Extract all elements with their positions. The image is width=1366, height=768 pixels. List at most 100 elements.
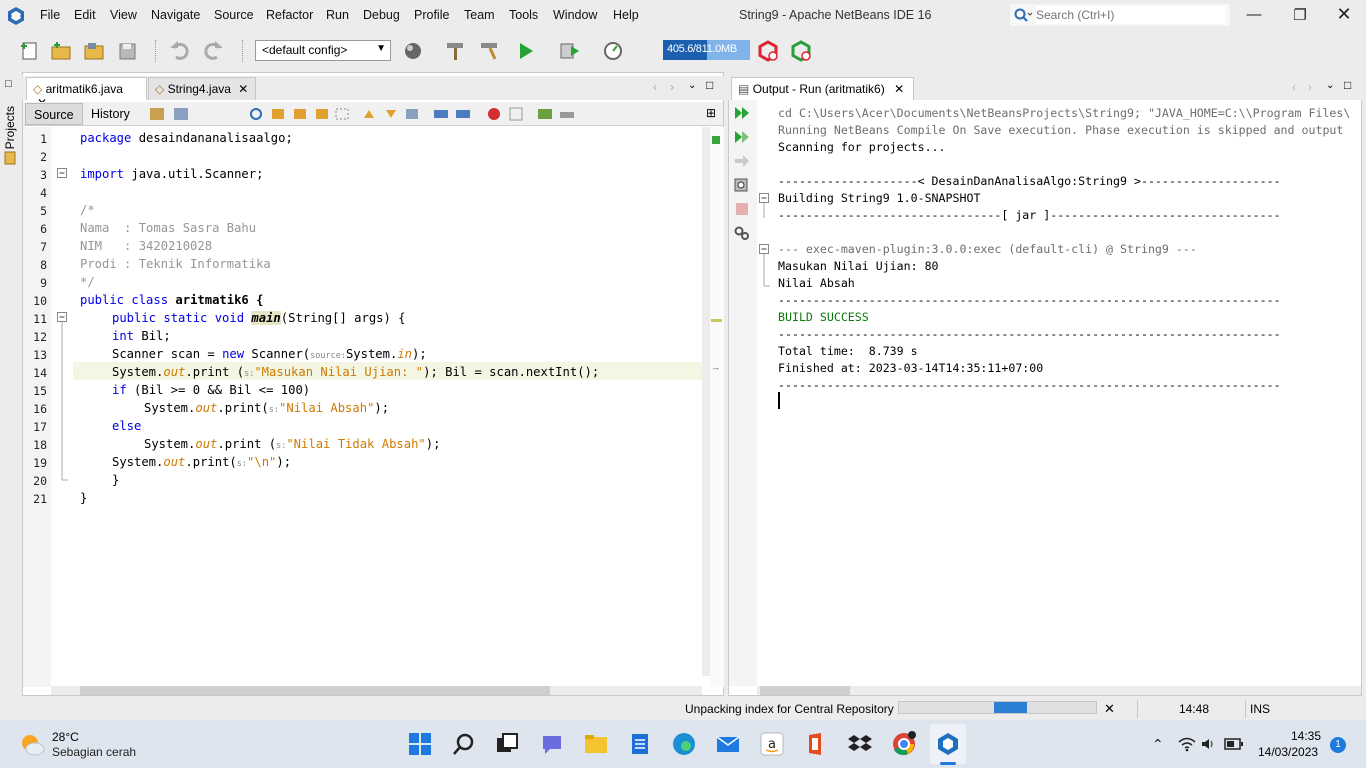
- line-number: 1: [40, 132, 47, 146]
- menu-debug[interactable]: Debug: [363, 8, 400, 22]
- office-icon[interactable]: [803, 731, 829, 757]
- redo-icon[interactable]: [201, 40, 225, 62]
- new-file-icon[interactable]: [18, 40, 42, 62]
- code-comment: Nama : Tomas Sasra Bahu: [80, 221, 257, 235]
- task-view-icon[interactable]: [494, 731, 520, 757]
- scroll-tabs-left-icon[interactable]: ‹: [1292, 80, 1296, 94]
- file-explorer-icon[interactable]: [583, 731, 609, 757]
- wifi-icon[interactable]: [1178, 736, 1196, 752]
- chat-icon[interactable]: [539, 731, 565, 757]
- output-line: Total time: 8.739 s: [778, 344, 918, 358]
- new-project-icon[interactable]: [49, 40, 73, 62]
- tab-list-icon[interactable]: ⌄: [688, 80, 696, 91]
- clock-date[interactable]: 14/03/2023: [1258, 745, 1318, 759]
- battery-icon[interactable]: [1224, 737, 1244, 751]
- toolbar-separator: [155, 40, 156, 62]
- menu-navigate[interactable]: Navigate: [151, 8, 200, 22]
- menu-team[interactable]: Team: [464, 8, 495, 22]
- line-number: 11: [33, 312, 47, 326]
- dropbox-icon[interactable]: [847, 731, 873, 757]
- menu-edit[interactable]: Edit: [74, 8, 96, 22]
- output-horizontal-scroll-thumb[interactable]: [760, 686, 850, 695]
- scroll-tabs-right-icon[interactable]: ›: [670, 80, 674, 94]
- menu-file[interactable]: File: [40, 8, 60, 22]
- save-all-icon[interactable]: [116, 40, 140, 62]
- notification-badge[interactable]: 1: [1330, 737, 1346, 753]
- split-editor-icon[interactable]: ⊞: [706, 106, 716, 120]
- settings-icon[interactable]: [733, 225, 751, 241]
- volume-icon[interactable]: [1200, 736, 1216, 752]
- clock-time[interactable]: 14:35: [1291, 729, 1321, 743]
- undo-icon[interactable]: [168, 40, 192, 62]
- menu-help[interactable]: Help: [613, 8, 639, 22]
- source-mode-button[interactable]: Source: [25, 103, 83, 125]
- stop-icon[interactable]: [733, 201, 751, 217]
- cancel-task-icon[interactable]: ✕: [1104, 701, 1115, 717]
- netbeans-taskbar-icon[interactable]: [935, 731, 961, 757]
- code-line: System.out.print(s:"\n");: [112, 455, 292, 469]
- editor-horizontal-scroll-thumb[interactable]: [80, 686, 550, 695]
- projects-side-tab[interactable]: Projects: [3, 106, 17, 149]
- clean-build-icon[interactable]: [478, 40, 502, 62]
- sphere-config-icon[interactable]: [402, 40, 426, 62]
- config-dropdown[interactable]: <default config> ▼: [255, 40, 391, 61]
- gc-icon[interactable]: [757, 40, 781, 62]
- history-mode-button[interactable]: History: [83, 103, 138, 125]
- java-file-icon: ◇: [33, 82, 43, 96]
- tab-string4[interactable]: ◇ String4.java ✕: [148, 77, 256, 100]
- inspect-icon[interactable]: [733, 177, 751, 193]
- occurrence-marker: [711, 319, 722, 322]
- rerun-icon[interactable]: [733, 105, 751, 121]
- tab-list-icon[interactable]: ⌄: [1326, 80, 1334, 91]
- show-hidden-icons-chevron-icon[interactable]: ⌃: [1152, 736, 1164, 753]
- scroll-tabs-right-icon[interactable]: ›: [1308, 80, 1312, 94]
- maximize-output-icon[interactable]: □: [1344, 78, 1351, 92]
- tab-aritmatik6[interactable]: ◇ aritmatik6.java ✕: [26, 77, 147, 110]
- files-icon[interactable]: [3, 150, 19, 166]
- maximize-editor-icon[interactable]: □: [706, 78, 713, 92]
- build-hammer-icon[interactable]: [444, 40, 468, 62]
- open-project-icon[interactable]: [82, 40, 106, 62]
- menu-profile[interactable]: Profile: [414, 8, 449, 22]
- taskbar-search-icon[interactable]: [451, 731, 477, 757]
- close-window-button[interactable]: ✕: [1329, 4, 1359, 25]
- chrome-icon[interactable]: [891, 731, 917, 757]
- mail-icon[interactable]: [715, 731, 741, 757]
- weather-temperature[interactable]: 28°C: [52, 730, 79, 744]
- code-line: }: [112, 473, 120, 487]
- debug-project-icon[interactable]: [558, 40, 582, 62]
- tab-output-run[interactable]: ▤ Output - Run (aritmatik6) ✕: [731, 77, 914, 100]
- maximize-button[interactable]: ❐: [1285, 6, 1315, 24]
- build-success-line: BUILD SUCCESS: [778, 310, 869, 324]
- weather-partly-sunny-icon[interactable]: [18, 730, 46, 758]
- weather-description[interactable]: Sebagian cerah: [52, 745, 136, 759]
- notepad-icon[interactable]: [627, 731, 653, 757]
- restore-icon[interactable]: □: [5, 78, 12, 90]
- menu-view[interactable]: View: [110, 8, 137, 22]
- windows-start-icon[interactable]: [407, 731, 433, 757]
- search-input[interactable]: [1036, 6, 1226, 24]
- run-project-icon[interactable]: [514, 40, 538, 62]
- close-tab-icon[interactable]: ✕: [238, 82, 248, 96]
- menu-run[interactable]: Run: [326, 8, 349, 22]
- menu-refactor[interactable]: Refactor: [266, 8, 313, 22]
- minimize-button[interactable]: —: [1239, 6, 1269, 23]
- menu-window[interactable]: Window: [553, 8, 597, 22]
- edge-browser-icon[interactable]: [671, 731, 697, 757]
- code-comment: */: [80, 275, 95, 289]
- code-line: System.out.print (s:"Masukan Nilai Ujian…: [112, 365, 600, 379]
- search-box[interactable]: [1010, 4, 1230, 26]
- step-arrow-icon[interactable]: [733, 153, 751, 169]
- editor-vertical-scrollbar[interactable]: [702, 127, 710, 676]
- line-number: 18: [33, 438, 47, 452]
- amazon-icon[interactable]: a: [759, 731, 785, 757]
- rerun-with-params-icon[interactable]: [733, 129, 751, 145]
- profile-project-icon[interactable]: [602, 40, 626, 62]
- menu-source[interactable]: Source: [214, 8, 254, 22]
- menu-tools[interactable]: Tools: [509, 8, 538, 22]
- code-line: int Bil;: [112, 329, 171, 343]
- close-tab-icon[interactable]: ✕: [894, 82, 904, 96]
- scroll-tabs-left-icon[interactable]: ‹: [653, 80, 657, 94]
- profiler-icon[interactable]: [790, 40, 814, 62]
- editor-actions-icons[interactable]: [148, 106, 580, 122]
